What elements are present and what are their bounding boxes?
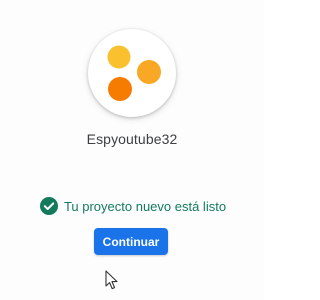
project-avatar — [88, 29, 176, 117]
mouse-pointer-icon — [105, 270, 118, 290]
project-name: Espyoutube32 — [86, 131, 178, 147]
project-ready-page: Espyoutube32 Tu proyecto nuevo está list… — [0, 0, 264, 300]
status-message: Tu proyecto nuevo está listo — [0, 196, 264, 216]
check-circle-icon — [39, 197, 58, 215]
orange-dots-logo-icon — [107, 45, 161, 101]
continue-button[interactable]: Continuar — [94, 228, 168, 255]
status-text: Tu proyecto nuevo está listo — [63, 198, 227, 214]
